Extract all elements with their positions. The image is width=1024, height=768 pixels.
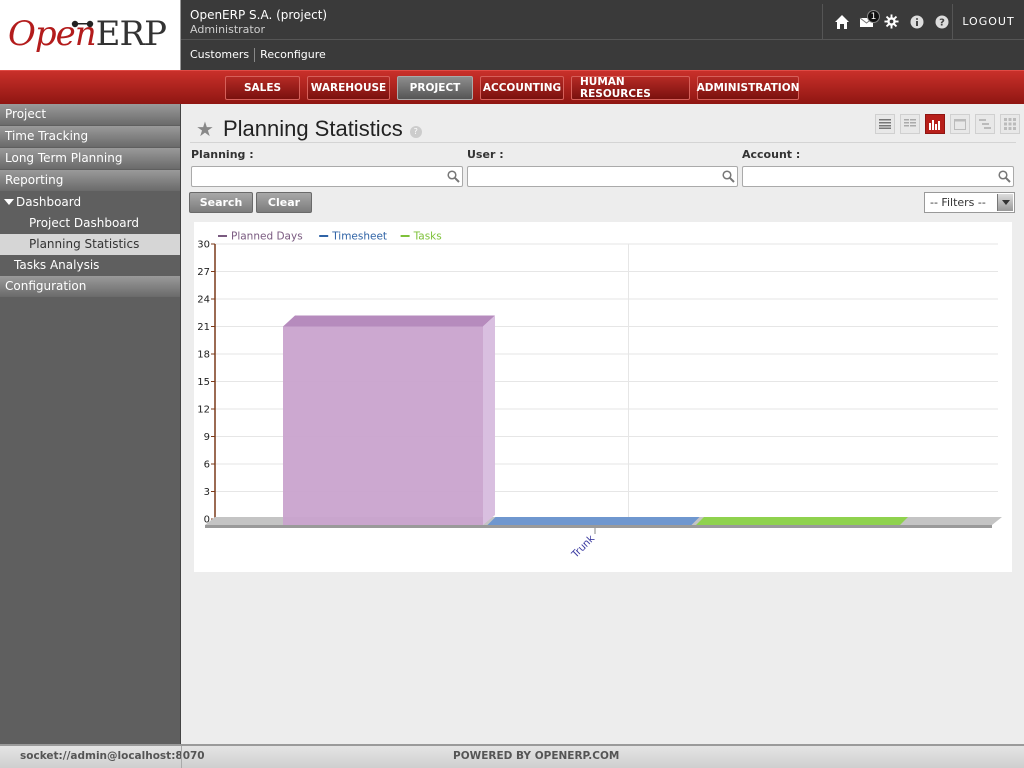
shortcut-customers[interactable]: Customers [190, 48, 254, 62]
view-switcher [870, 114, 1020, 134]
title-row: ★ Planning Statistics ? [196, 116, 422, 142]
filters-value: -- Filters -- [930, 196, 986, 209]
powered-by-link[interactable]: POWERED BY OPENERP.COM [453, 750, 619, 762]
expand-triangle-icon [4, 199, 14, 205]
filters-select[interactable]: -- Filters -- [924, 192, 1015, 213]
planning-label: Planning : [191, 148, 254, 161]
account-field[interactable] [742, 166, 1014, 187]
sidebar-section-reporting[interactable]: Reporting [0, 170, 180, 191]
search-magnifier-icon[interactable] [447, 170, 460, 183]
sidebar-item-planning-statistics[interactable]: Planning Statistics [0, 234, 180, 255]
sidebar-item-dashboard[interactable]: Dashboard [0, 192, 180, 213]
chart-floor-edge [205, 525, 992, 528]
sidebar-section-configuration[interactable]: Configuration [0, 276, 180, 297]
gantt-view-icon[interactable] [975, 114, 995, 134]
bar-planned-days [283, 326, 483, 525]
search-magnifier-icon[interactable] [998, 170, 1011, 183]
glasses-icon [71, 20, 94, 28]
y-tick-label: 9 [204, 432, 210, 443]
page-title: Planning Statistics [222, 116, 403, 141]
bar-top-face [283, 315, 495, 327]
title-divider [190, 142, 1016, 143]
header: OpenERP OpenERP S.A. (project) Administr… [0, 0, 1024, 70]
company-info: OpenERP S.A. (project) Administrator [190, 8, 327, 36]
planning-field[interactable] [191, 166, 463, 187]
sidebar: Project Time Tracking Long Term Planning… [0, 104, 181, 744]
search-magnifier-icon[interactable] [722, 170, 735, 183]
header-icons: 1 ? [822, 4, 954, 39]
favorite-star-icon[interactable]: ★ [196, 118, 214, 140]
socket-info: socket://admin@localhost:8070 [20, 750, 205, 762]
bar-side-face [483, 315, 495, 525]
x-tick-label: Trunk [569, 533, 597, 561]
footer: socket://admin@localhost:8070 POWERED BY… [0, 744, 1024, 768]
svg-text:?: ? [939, 17, 945, 28]
menu-administration[interactable]: ADMINISTRATION [697, 76, 799, 100]
y-tick-label: 6 [204, 460, 210, 471]
form-view-icon[interactable] [900, 114, 920, 134]
y-tick-label: 3 [204, 487, 210, 498]
company-name: OpenERP S.A. (project) [190, 8, 328, 22]
openerp-logo[interactable]: OpenERP [0, 0, 181, 70]
y-tick-label: 27 [197, 267, 210, 278]
planning-chart: 036912151821242730TrunkPlanned Days Times… [197, 231, 1002, 561]
shortcut-reconfigure[interactable]: Reconfigure [254, 48, 331, 62]
y-tick-label: 12 [197, 405, 210, 416]
calendar-view-icon[interactable] [950, 114, 970, 134]
sidebar-item-label: Dashboard [16, 195, 82, 209]
graph-view-icon[interactable] [925, 114, 945, 134]
user-label: User : [467, 148, 504, 161]
sidebar-section-long-term-planning[interactable]: Long Term Planning [0, 148, 180, 169]
chart-area: 0 3 6 9 12 15 18 21 24 27 30 Trunk Planned Days Times… [194, 222, 1012, 572]
sidebar-item-tasks-analysis[interactable]: Tasks Analysis [0, 255, 180, 276]
sidebar-section-time-tracking[interactable]: Time Tracking [0, 126, 180, 147]
help-icon[interactable]: ? [929, 12, 954, 32]
sidebar-section-project[interactable]: Project [0, 104, 180, 125]
help-question-icon[interactable]: ? [409, 126, 422, 138]
clear-button[interactable]: Clear [256, 192, 312, 213]
home-icon[interactable] [829, 12, 854, 32]
footer-divider [181, 746, 182, 768]
legend-entry: Tasks [413, 231, 442, 243]
info-icon[interactable] [904, 12, 929, 32]
legend-entry: Planned Days [231, 231, 303, 243]
legend-entry: Timesheet [331, 231, 387, 243]
grid-view-icon[interactable] [1000, 114, 1020, 134]
y-tick-label: 24 [197, 295, 210, 306]
account-label: Account : [742, 148, 801, 161]
menu-human-resources[interactable]: HUMAN RESOURCES [571, 76, 690, 100]
user-name: Administrator [190, 23, 265, 36]
main-menus: SALES WAREHOUSE PROJECT ACCOUNTING HUMAN… [225, 76, 806, 100]
menu-sales[interactable]: SALES [225, 76, 300, 100]
y-tick-label: 30 [197, 240, 210, 251]
main-content: ★ Planning Statistics ? Planning : User … [182, 104, 1024, 744]
messages-icon[interactable]: 1 [854, 9, 880, 32]
y-tick-label: 18 [197, 350, 210, 361]
y-tick-label: 15 [197, 377, 210, 388]
menu-warehouse[interactable]: WAREHOUSE [307, 76, 390, 100]
logout-button[interactable]: LOGOUT [952, 4, 1024, 39]
header-divider [181, 39, 1024, 40]
menu-project[interactable]: PROJECT [397, 76, 473, 100]
y-tick-label: 21 [197, 322, 210, 333]
preferences-gear-icon[interactable] [879, 12, 904, 32]
user-field[interactable] [467, 166, 738, 187]
shortcuts-bar: Customers Reconfigure [190, 48, 331, 62]
menu-accounting[interactable]: ACCOUNTING [480, 76, 564, 100]
sidebar-item-project-dashboard[interactable]: Project Dashboard [0, 213, 180, 234]
dropdown-arrow-icon[interactable] [997, 194, 1013, 211]
bar-timesheet [487, 517, 700, 525]
search-button[interactable]: Search [189, 192, 253, 213]
list-view-icon[interactable] [875, 114, 895, 134]
bar-tasks [696, 517, 908, 525]
main-menu-bar: SALES WAREHOUSE PROJECT ACCOUNTING HUMAN… [0, 70, 1024, 104]
